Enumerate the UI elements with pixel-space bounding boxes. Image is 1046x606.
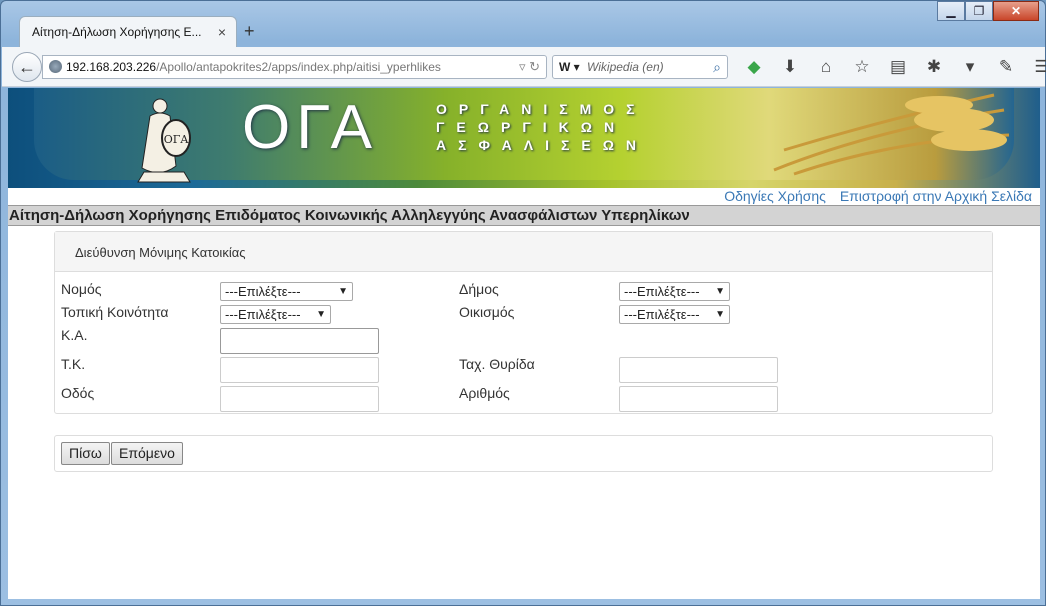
- oikismos-value: ---Επιλέξτε---: [624, 307, 700, 322]
- search-placeholder: Wikipedia (en): [587, 60, 664, 74]
- nomos-select[interactable]: ---Επιλέξτε--- ▼: [220, 282, 353, 301]
- home-link[interactable]: Επιστροφή στην Αρχική Σελίδα: [840, 188, 1032, 204]
- maximize-button[interactable]: ❐: [965, 1, 993, 21]
- pobox-label: Ταχ. Θυρίδα: [459, 356, 535, 372]
- ka-label: Κ.Α.: [61, 327, 88, 343]
- banner-background: ΟΓΑ ΟΓΑ ΟΡΓΑΝΙΣΜΟΣ ΓΕΩΡΓΙΚΩΝ ΑΣΦΑΛΙΣΕΩΝ: [34, 88, 1014, 183]
- tab-title: Αίτηση-Δήλωση Χορήγησης Ε...: [32, 25, 202, 39]
- ka-input[interactable]: [220, 328, 379, 354]
- reload-icon[interactable]: ▿ ↻: [519, 56, 540, 78]
- dimos-select[interactable]: ---Επιλέξτε--- ▼: [619, 282, 730, 301]
- panel-heading: Διεύθυνση Μόνιμης Κατοικίας: [55, 232, 992, 272]
- browser-tab[interactable]: Αίτηση-Δήλωση Χορήγησης Ε... ×: [19, 16, 237, 48]
- koinotita-value: ---Επιλέξτε---: [225, 307, 301, 322]
- addon-icon[interactable]: ◆: [736, 55, 772, 79]
- oikismos-label: Οικισμός: [459, 304, 515, 320]
- new-tab-icon[interactable]: +: [244, 21, 255, 42]
- help-link[interactable]: Οδηγίες Χρήσης: [724, 188, 826, 204]
- dropdown-arrow-icon: ▼: [715, 286, 725, 297]
- street-label: Οδός: [61, 385, 95, 401]
- navigation-panel: Πίσω Επόμενο: [54, 435, 993, 472]
- minimize-button[interactable]: ▁: [937, 1, 965, 21]
- top-links: Οδηγίες Χρήσης Επιστροφή στην Αρχική Σελ…: [714, 188, 1032, 204]
- wheat-image: [773, 93, 1010, 176]
- organization-name: ΟΡΓΑΝΙΣΜΟΣ ΓΕΩΡΓΙΚΩΝ ΑΣΦΑΛΙΣΕΩΝ: [436, 100, 648, 154]
- search-icon[interactable]: ⌕: [713, 56, 721, 78]
- navigation-bar: ← 192.168.203.226/Apollo/antapokrites2/a…: [2, 47, 1046, 87]
- download-icon[interactable]: ⬇: [772, 55, 808, 79]
- close-window-button[interactable]: ✕: [993, 1, 1039, 21]
- url-path: /Apollo/antapokrites2/apps/index.php/ait…: [156, 60, 441, 74]
- koinotita-label: Τοπική Κοινότητα: [61, 304, 169, 320]
- nomos-value: ---Επιλέξτε---: [225, 284, 301, 299]
- bookmark-star-icon[interactable]: ☆: [844, 55, 880, 79]
- org-line-2: ΓΕΩΡΓΙΚΩΝ: [436, 119, 627, 135]
- dimos-value: ---Επιλέξτε---: [624, 284, 700, 299]
- dropdown-arrow-icon[interactable]: ▾: [952, 55, 988, 79]
- next-button[interactable]: Επόμενο: [111, 442, 183, 465]
- tk-input[interactable]: [220, 357, 379, 383]
- dropdown-arrow-icon: ▼: [715, 309, 725, 320]
- firebug-icon[interactable]: ✱: [916, 55, 952, 79]
- browser-window: ▁ ❐ ✕ Αίτηση-Δήλωση Χορήγησης Ε... × + ←…: [0, 0, 1046, 606]
- nomos-label: Νομός: [61, 281, 102, 297]
- reading-list-icon[interactable]: ▤: [880, 55, 916, 79]
- tk-label: Τ.Κ.: [61, 356, 86, 372]
- dropdown-arrow-icon: ▼: [316, 309, 326, 320]
- page-content: ΟΓΑ ΟΓΑ ΟΡΓΑΝΙΣΜΟΣ ΓΕΩΡΓΙΚΩΝ ΑΣΦΑΛΙΣΕΩΝ: [8, 88, 1040, 599]
- org-line-1: ΟΡΓΑΝΙΣΜΟΣ: [436, 101, 647, 117]
- address-bar[interactable]: 192.168.203.226/Apollo/antapokrites2/app…: [42, 55, 547, 79]
- number-label: Αριθμός: [459, 385, 510, 401]
- dimos-label: Δήμος: [459, 281, 499, 297]
- street-input[interactable]: [220, 386, 379, 412]
- globe-icon: [49, 60, 62, 73]
- toolbar-icons: ◆ ⬇ ⌂ ☆ ▤ ✱ ▾ ✎ ☰: [736, 55, 1046, 79]
- window-controls: ▁ ❐ ✕: [937, 1, 1039, 21]
- back-arrow-icon[interactable]: ←: [12, 52, 42, 82]
- page-title: Αίτηση-Δήλωση Χορήγησης Επιδόματος Κοινω…: [8, 205, 1040, 226]
- menu-icon[interactable]: ☰: [1024, 55, 1046, 79]
- search-bar[interactable]: W ▾ Wikipedia (en) ⌕: [552, 55, 728, 79]
- back-button[interactable]: Πίσω: [61, 442, 110, 465]
- close-tab-icon[interactable]: ×: [218, 24, 226, 40]
- dropdown-icon[interactable]: ▾: [570, 60, 580, 74]
- dropdown-arrow-icon: ▼: [338, 286, 348, 297]
- home-icon[interactable]: ⌂: [808, 55, 844, 79]
- svg-text:ΟΓΑ: ΟΓΑ: [164, 133, 190, 146]
- statue-logo-icon: ΟΓΑ: [137, 98, 191, 183]
- notes-icon[interactable]: ✎: [988, 55, 1024, 79]
- header-banner: ΟΓΑ ΟΓΑ ΟΡΓΑΝΙΣΜΟΣ ΓΕΩΡΓΙΚΩΝ ΑΣΦΑΛΙΣΕΩΝ: [8, 88, 1040, 188]
- pobox-input[interactable]: [619, 357, 778, 383]
- oga-logo-text: ΟΓΑ: [242, 93, 379, 162]
- address-panel: Διεύθυνση Μόνιμης Κατοικίας Νομός ---Επι…: [54, 231, 993, 414]
- oikismos-select[interactable]: ---Επιλέξτε--- ▼: [619, 305, 730, 324]
- koinotita-select[interactable]: ---Επιλέξτε--- ▼: [220, 305, 331, 324]
- wikipedia-icon: W: [559, 60, 571, 74]
- url-host: 192.168.203.226: [66, 60, 157, 74]
- number-input[interactable]: [619, 386, 778, 412]
- org-line-3: ΑΣΦΑΛΙΣΕΩΝ: [436, 137, 649, 153]
